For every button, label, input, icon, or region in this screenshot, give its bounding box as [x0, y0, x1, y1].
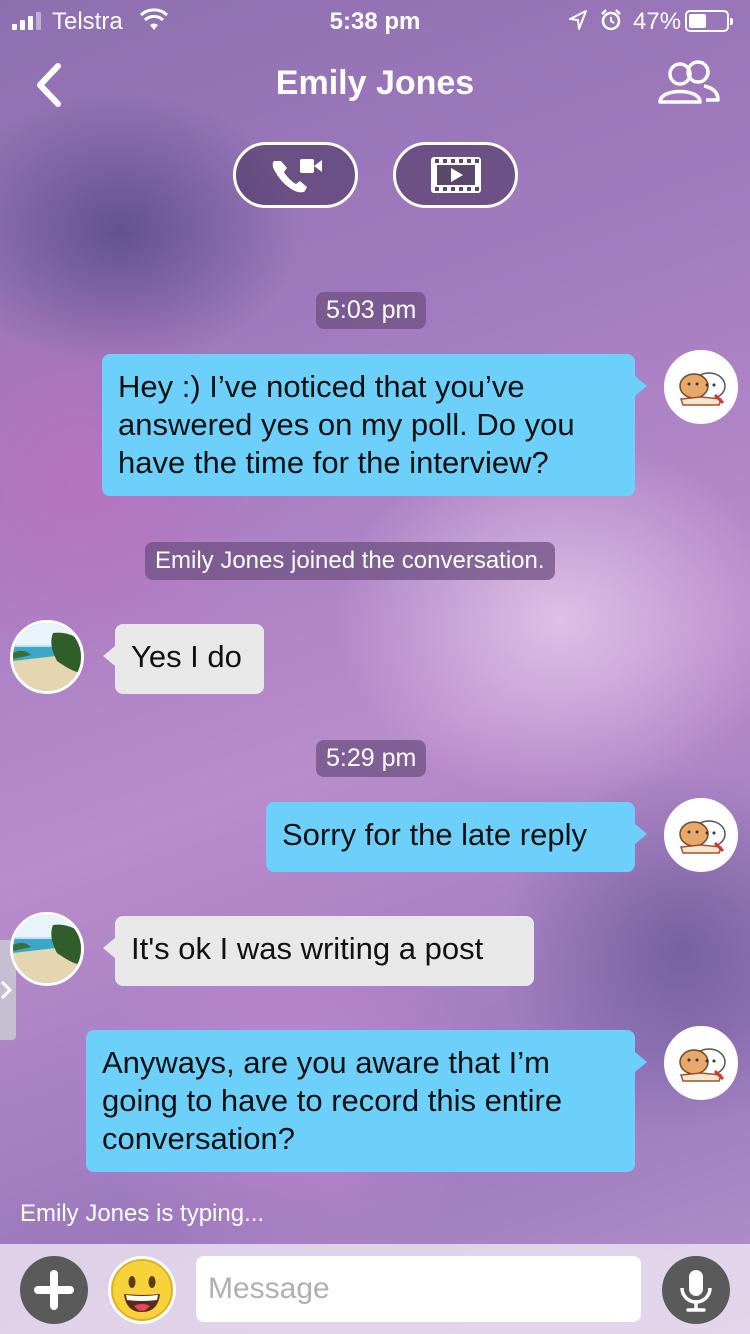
- film-play-icon: [430, 157, 481, 193]
- voice-message-button[interactable]: [662, 1256, 730, 1324]
- timestamp: 5:29 pm: [316, 740, 427, 777]
- outgoing-message[interactable]: Anyways, are you aware that I’m going to…: [86, 1030, 647, 1172]
- incoming-message[interactable]: It's ok I was writing a post: [103, 916, 534, 986]
- outgoing-message[interactable]: Sorry for the late reply: [266, 802, 647, 872]
- my-avatar[interactable]: [664, 350, 738, 424]
- contact-avatar[interactable]: [10, 620, 84, 694]
- my-avatar[interactable]: [664, 798, 738, 872]
- bear-sticker-icon: [679, 820, 726, 854]
- phone-video-icon: [272, 159, 322, 193]
- alarm-icon: [601, 9, 621, 31]
- incoming-message[interactable]: Yes I do: [103, 624, 264, 694]
- timestamp: 5:03 pm: [316, 292, 427, 329]
- grinning-face-icon: [111, 1259, 173, 1321]
- bear-sticker-icon: [679, 372, 726, 406]
- beach-photo-icon: [13, 623, 81, 691]
- typing-indicator: Emily Jones is typing...: [20, 1200, 265, 1227]
- status-bar: Telstra 5:38 pm 47%: [0, 0, 750, 40]
- battery-percent: 47%: [633, 8, 682, 35]
- page-title[interactable]: Emily Jones: [0, 64, 750, 103]
- message-input[interactable]: [196, 1256, 641, 1322]
- emoji-button[interactable]: [108, 1256, 176, 1324]
- my-avatar[interactable]: [664, 1026, 738, 1100]
- microphone-icon: [680, 1270, 712, 1312]
- outgoing-message[interactable]: Hey :) I’ve noticed that you’ve answered…: [102, 354, 647, 496]
- video-button[interactable]: [393, 142, 518, 208]
- system-message: Emily Jones joined the conversation.: [145, 542, 555, 580]
- attach-button[interactable]: [20, 1256, 88, 1324]
- location-arrow-icon: [569, 10, 587, 30]
- battery-icon: [685, 10, 733, 32]
- bear-sticker-icon: [679, 1048, 726, 1082]
- people-icon[interactable]: [656, 60, 720, 106]
- plus-icon: [34, 1270, 74, 1310]
- voice-call-button[interactable]: [233, 142, 358, 208]
- beach-photo-icon: [13, 915, 81, 983]
- contact-avatar[interactable]: [10, 912, 84, 986]
